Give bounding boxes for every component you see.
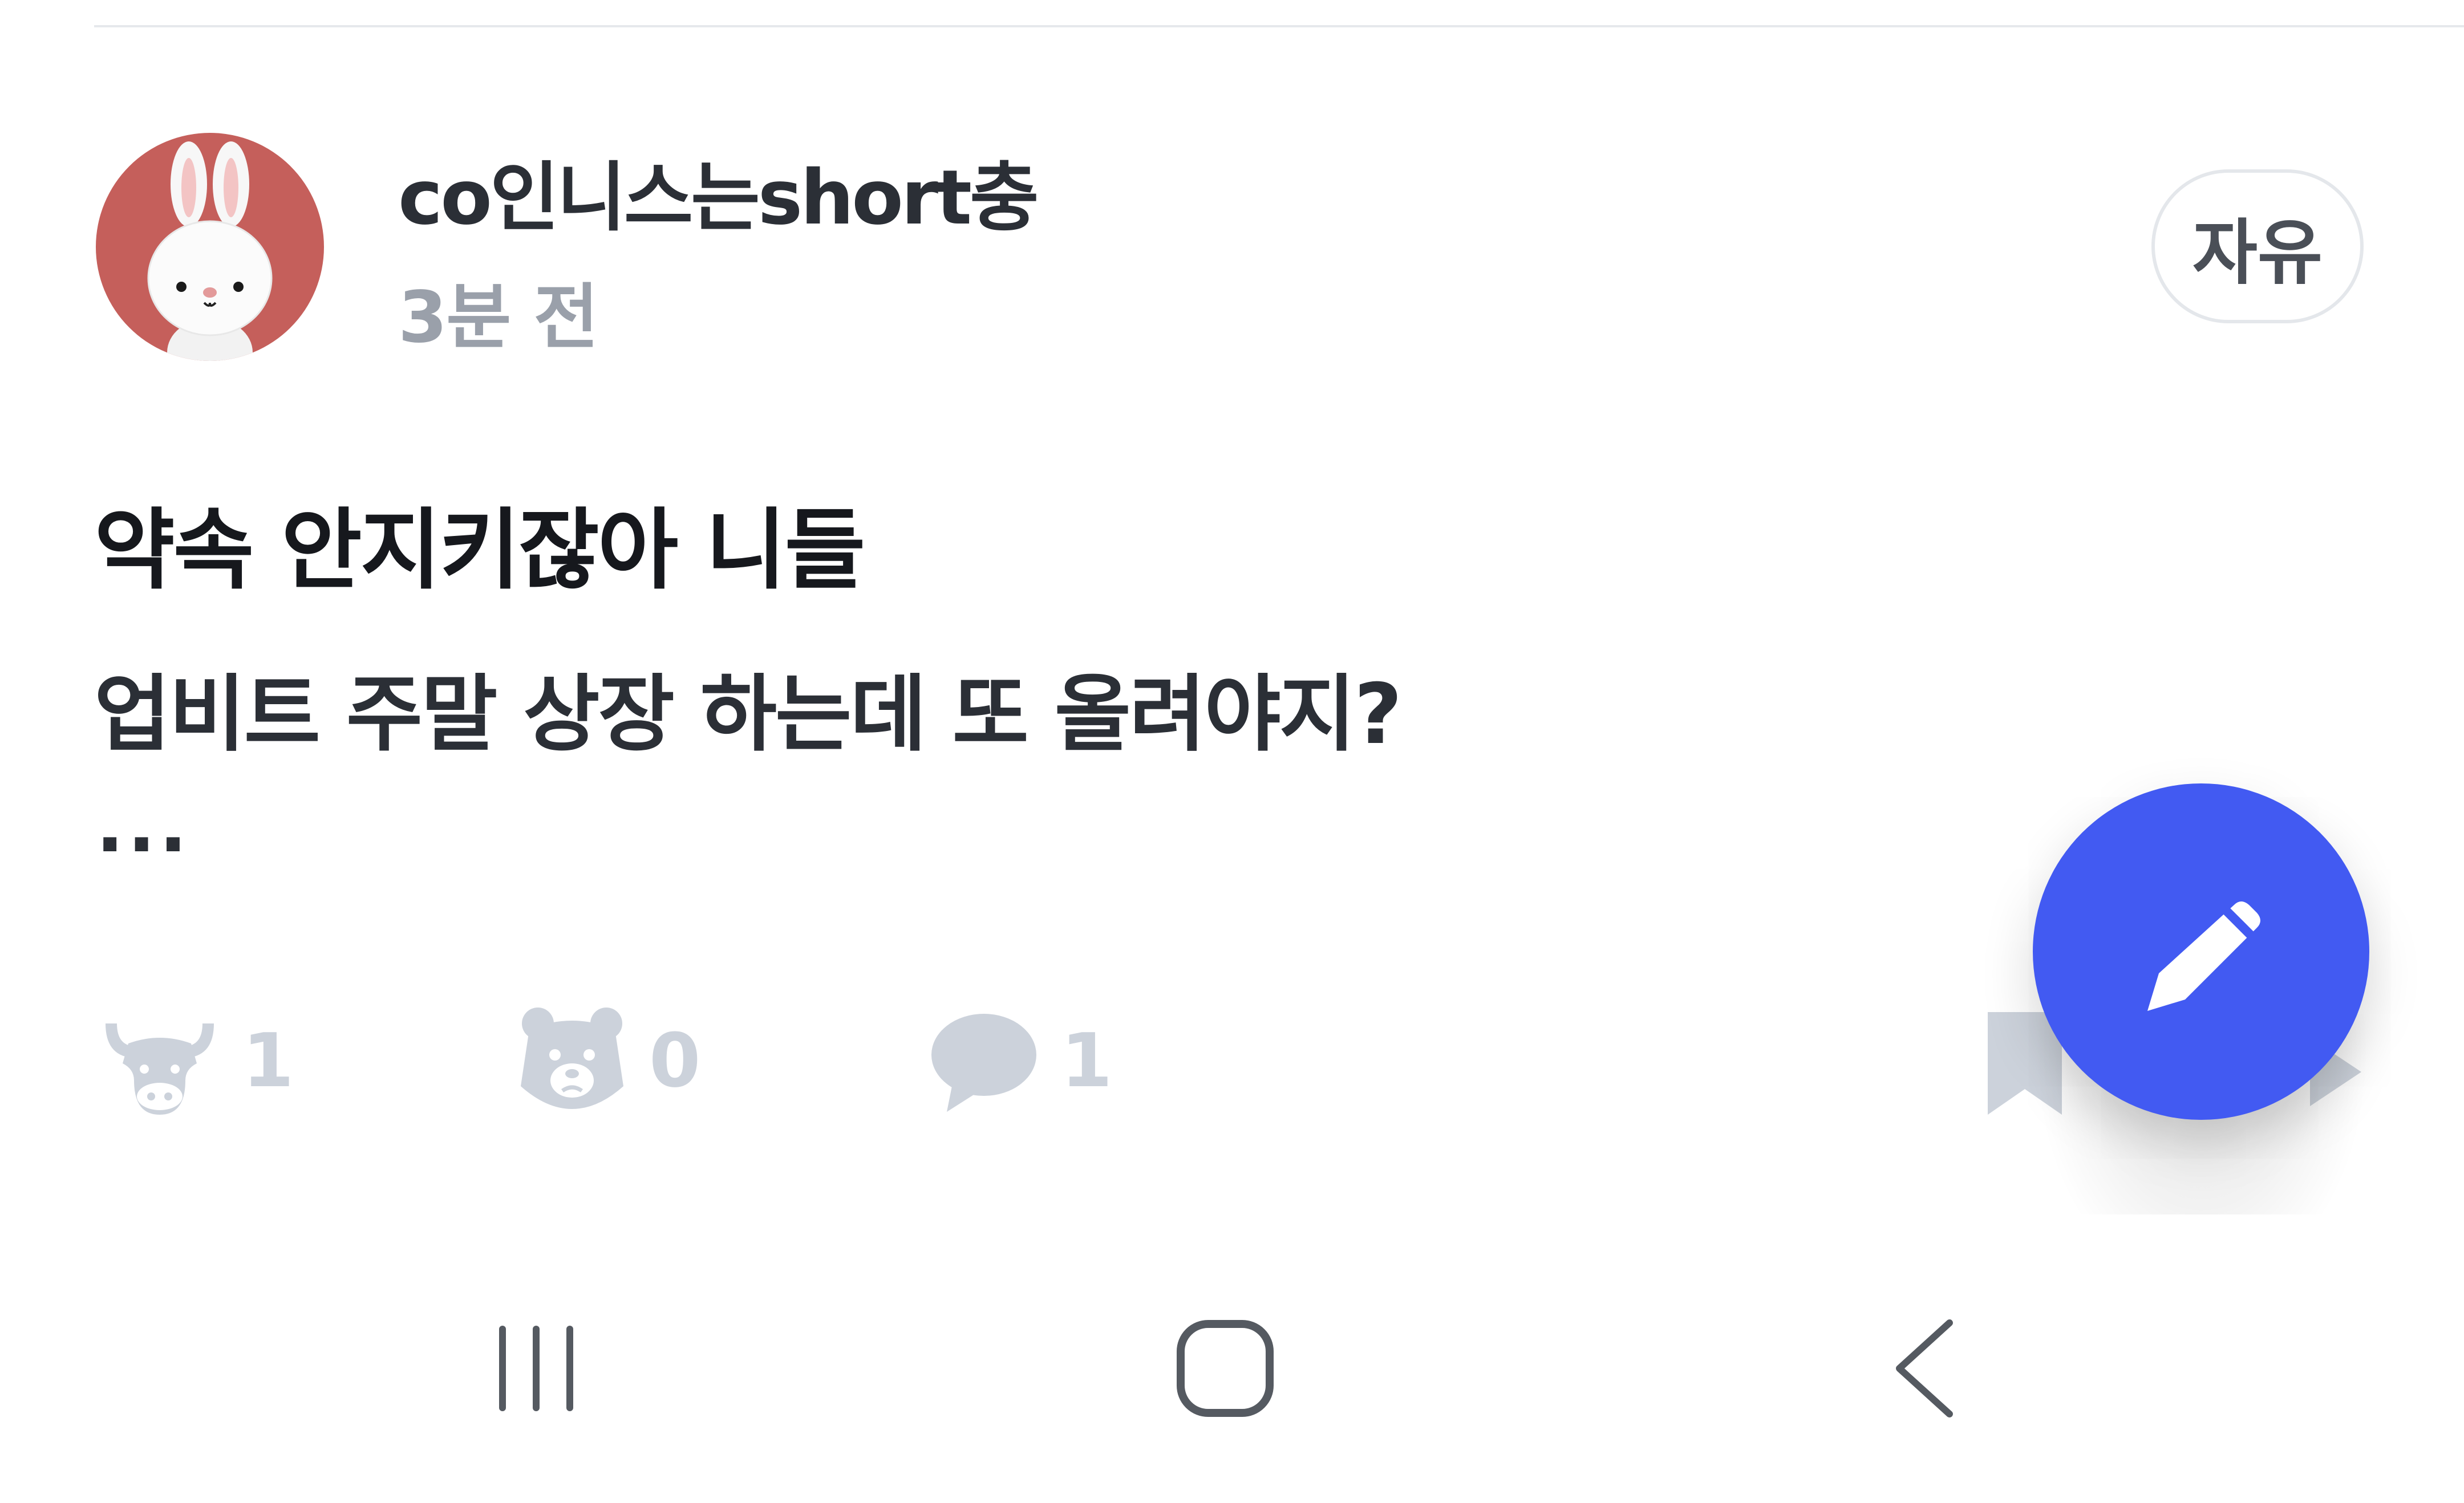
bull-icon: [106, 1023, 214, 1115]
recents-icon: [499, 1326, 573, 1411]
bear-icon: [521, 1008, 623, 1109]
back-button[interactable]: [1837, 1300, 2008, 1437]
bull-count: 1: [242, 1017, 294, 1104]
author-name[interactable]: co인니스는short충: [398, 137, 1039, 246]
post-title[interactable]: 약속 안지키잖아 니들: [94, 479, 865, 606]
post-timestamp: 3분 전: [398, 277, 599, 359]
bull-action[interactable]: 1: [100, 992, 294, 1129]
write-post-button[interactable]: [2033, 783, 2369, 1120]
category-chip[interactable]: 자유: [2151, 169, 2364, 323]
system-nav-bar: [0, 1300, 2464, 1503]
home-button[interactable]: [1140, 1300, 1311, 1437]
comment-icon: [931, 1014, 1036, 1112]
recents-button[interactable]: [451, 1300, 622, 1437]
top-divider: [94, 25, 2464, 27]
pencil-icon: [2147, 901, 2260, 1011]
post-body[interactable]: 업비트 주말 상장 하는데 또 올려야지?: [94, 647, 1403, 767]
bear-count: 0: [649, 1017, 701, 1104]
bear-action[interactable]: 0: [518, 992, 700, 1129]
home-icon: [1177, 1320, 1274, 1417]
comment-action[interactable]: 1: [930, 992, 1112, 1129]
author-avatar[interactable]: [96, 133, 324, 361]
rabbit-icon: [147, 141, 273, 361]
back-icon: [1896, 1319, 1953, 1417]
comment-count: 1: [1061, 1017, 1113, 1104]
post-more[interactable]: ...: [96, 782, 191, 869]
